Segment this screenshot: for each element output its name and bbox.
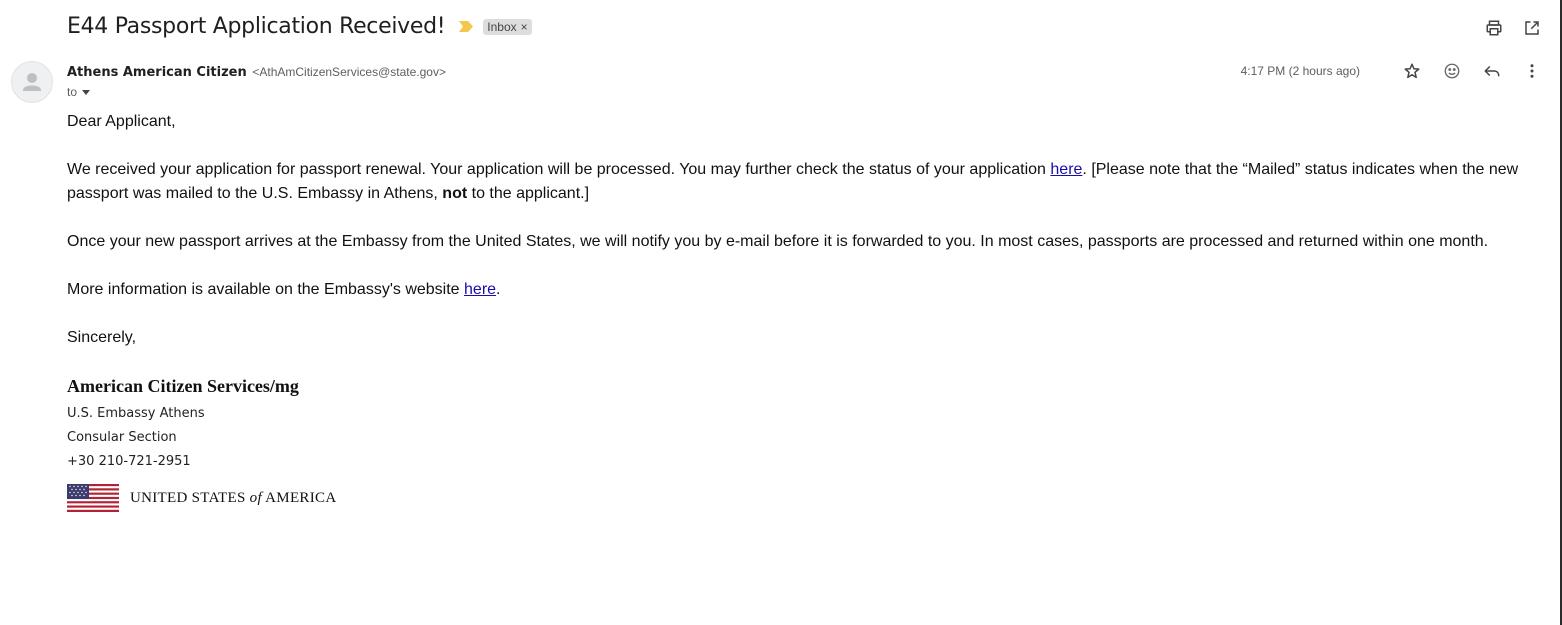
body-paragraph-3: More information is available on the Emb…	[67, 278, 1542, 302]
dropdown-arrow-icon[interactable]	[81, 87, 91, 97]
logo-text-of: of	[249, 489, 262, 506]
logo-text-a: UNITED STATES	[130, 489, 250, 506]
logo-text-b: AMERICA	[261, 489, 337, 506]
reply-icon[interactable]	[1482, 61, 1502, 81]
embassy-logo-text: UNITED STATES of AMERICA	[130, 490, 336, 507]
website-link[interactable]: here	[464, 281, 496, 298]
subject-row: E44 Passport Application Received! Inbox…	[67, 14, 532, 39]
thread-actions	[1484, 18, 1542, 38]
sender-info: Athens American Citizen <AthAmCitizenSer…	[67, 64, 446, 80]
signature-line-1: U.S. Embassy Athens	[67, 406, 205, 421]
message-meta: 4:17 PM (2 hours ago)	[1241, 61, 1542, 81]
email-subject: E44 Passport Application Received!	[67, 14, 446, 39]
embassy-logo: UNITED STATES of AMERICA	[67, 484, 336, 512]
message-timestamp: 4:17 PM (2 hours ago)	[1240, 64, 1360, 78]
sender-name[interactable]: Athens American Citizen	[67, 65, 247, 80]
print-icon[interactable]	[1484, 18, 1504, 38]
remove-label-icon[interactable]: ×	[521, 20, 528, 34]
p1-text-d: to the applicant.]	[467, 185, 590, 202]
signature-phone[interactable]: +30 210-721-2951	[67, 454, 191, 469]
p3-text-b: .	[496, 281, 501, 298]
star-icon[interactable]	[1402, 61, 1422, 81]
p3-text-a: More information is available on the Emb…	[67, 281, 465, 298]
sender-email: <AthAmCitizenServices@state.gov>	[252, 65, 446, 79]
open-in-new-window-icon[interactable]	[1522, 18, 1542, 38]
recipients-row[interactable]: to	[67, 85, 91, 99]
avatar-person-icon	[23, 73, 41, 91]
to-label: to	[67, 85, 78, 99]
p1-text-b: You may further check the status of your…	[679, 161, 1046, 178]
inbox-label-chip[interactable]: Inbox ×	[483, 18, 532, 35]
inbox-label-text: Inbox	[487, 19, 517, 34]
closing: Sincerely,	[67, 329, 137, 346]
signature-org: American Citizen Services/mg	[67, 376, 299, 396]
more-vertical-icon[interactable]	[1522, 61, 1542, 81]
sender-avatar	[11, 61, 53, 103]
signature-line-2: Consular Section	[67, 430, 177, 445]
body-paragraph-1: We received your application for passpor…	[67, 158, 1542, 206]
p1-bold: not	[442, 185, 468, 202]
importance-marker-icon[interactable]	[459, 21, 474, 32]
emoji-react-icon[interactable]	[1442, 61, 1462, 81]
us-flag-icon	[67, 484, 119, 512]
p1-text-a: We received your application for passpor…	[67, 161, 680, 178]
body-paragraph-2: Once your new passport arrives at the Em…	[67, 233, 1489, 250]
email-body: Dear Applicant, We received your applica…	[67, 110, 1542, 374]
status-link[interactable]: here	[1050, 161, 1082, 178]
greeting: Dear Applicant,	[67, 113, 176, 130]
